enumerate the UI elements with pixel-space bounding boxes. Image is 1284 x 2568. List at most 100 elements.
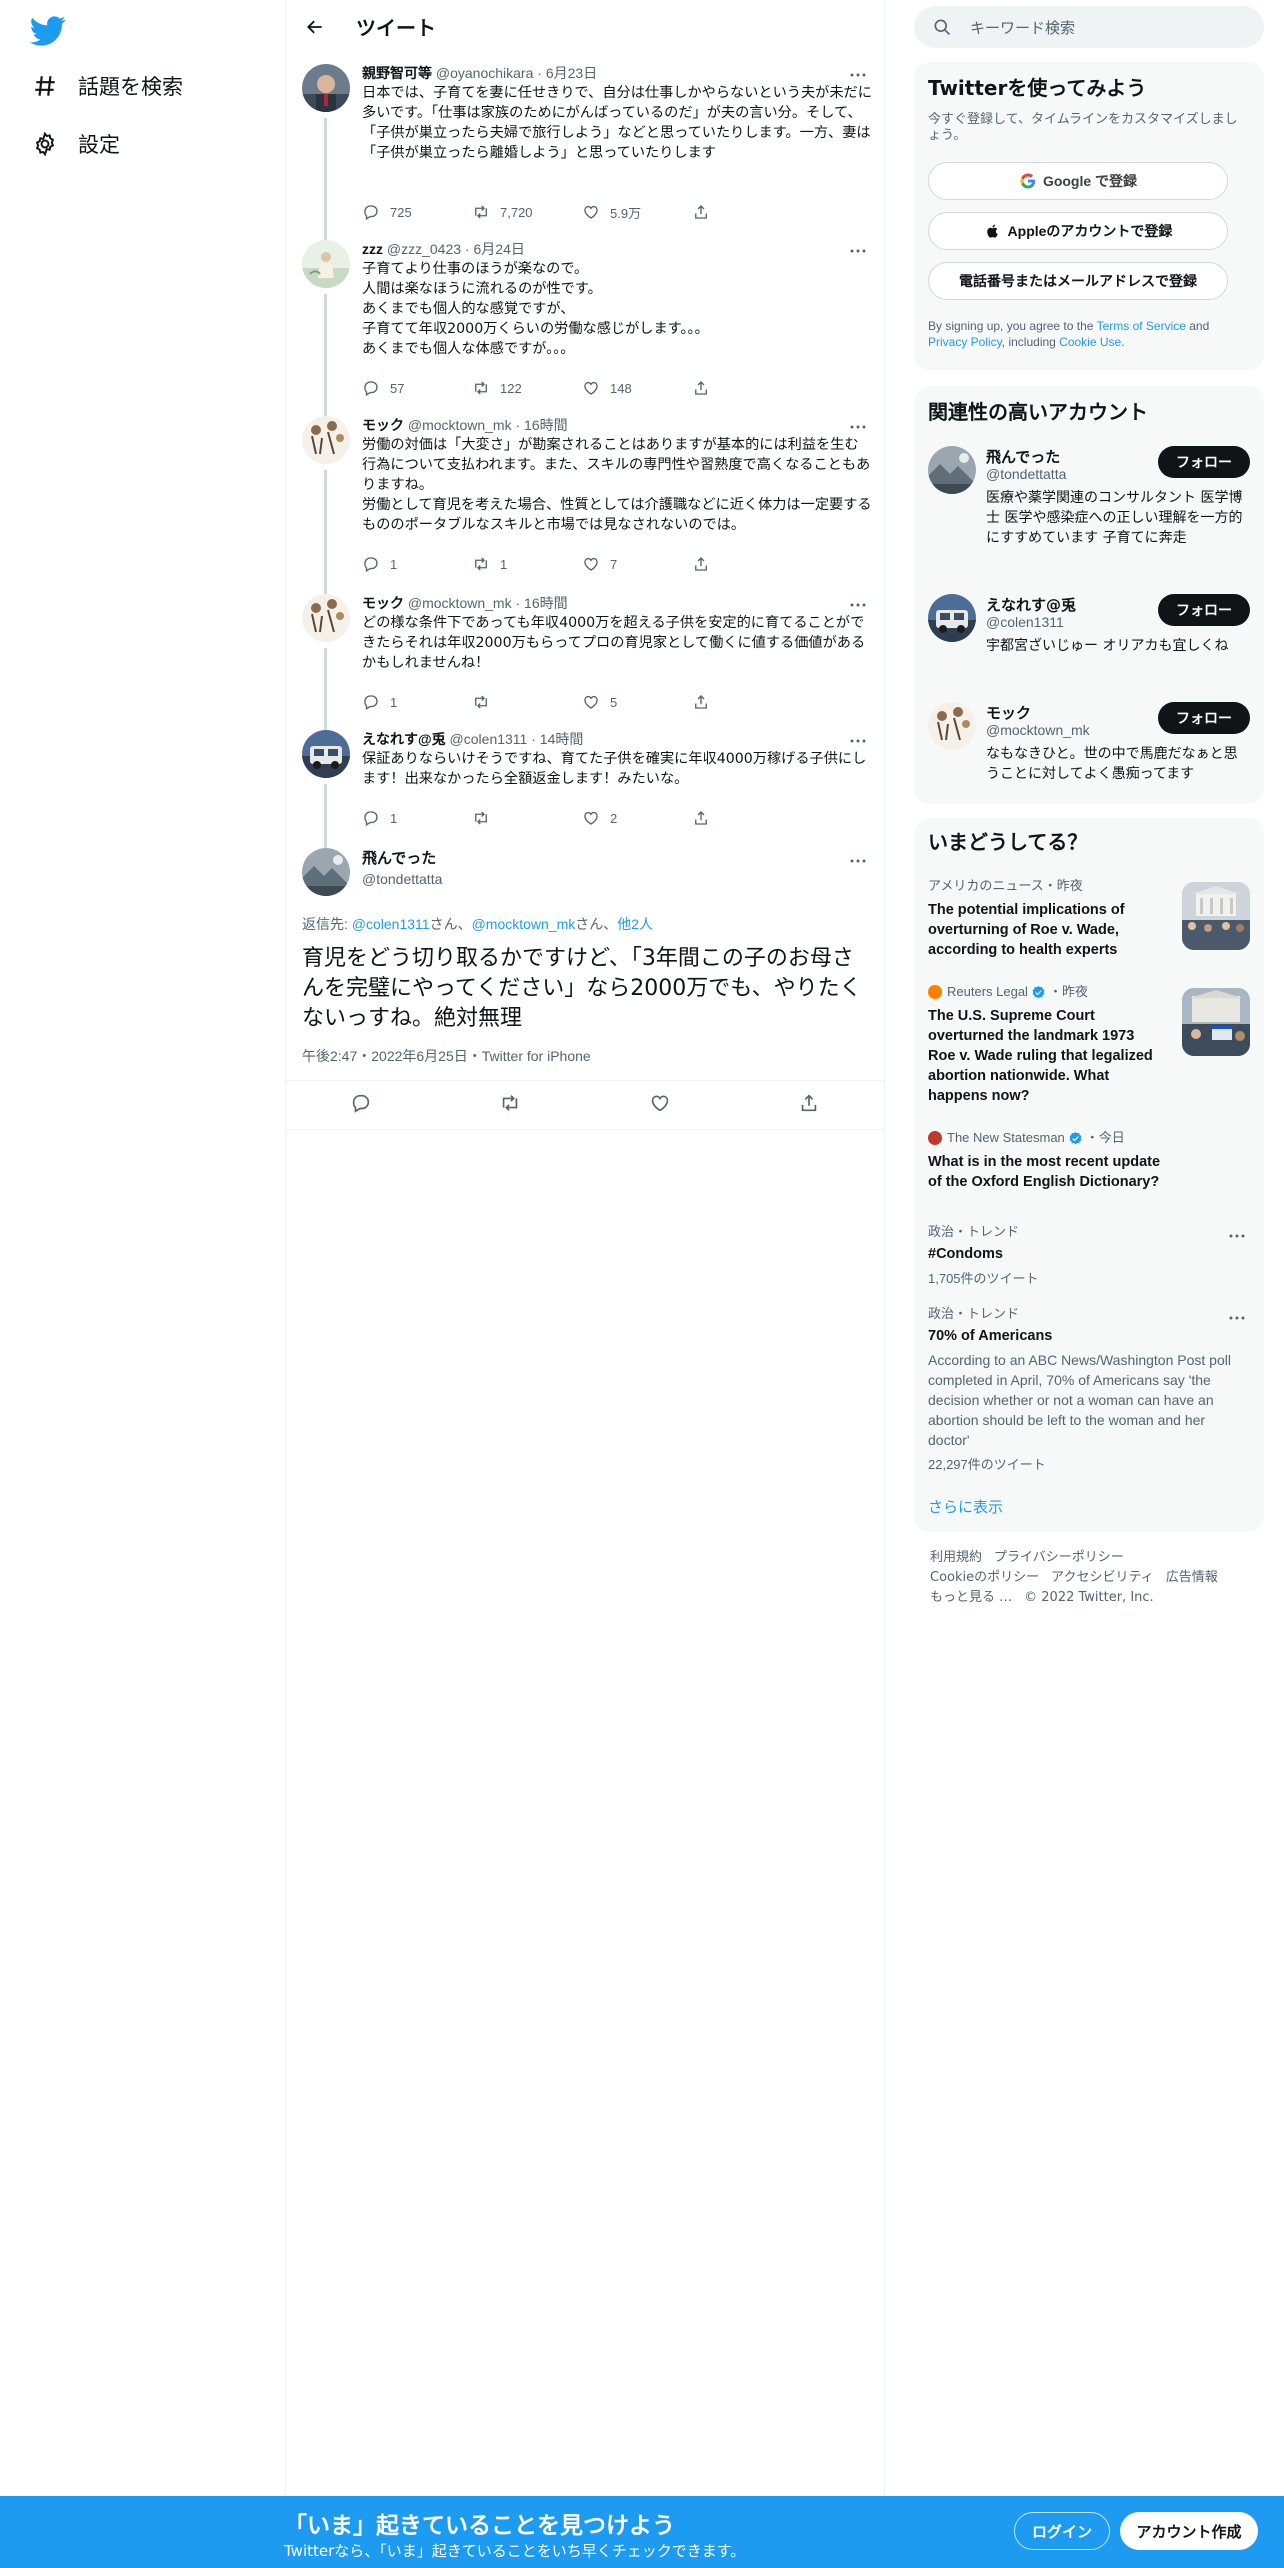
author-name[interactable]: 飛んでった xyxy=(362,850,436,867)
reply-icon[interactable] xyxy=(350,1092,372,1118)
related-account[interactable]: モック @mocktown_mk なもなきひと。世の中で馬鹿だなぁと思うことに対… xyxy=(928,702,1250,792)
footer-link[interactable]: アクセシビリティ xyxy=(1051,1570,1154,1585)
login-button[interactable]: ログイン xyxy=(1014,2512,1110,2550)
follow-button[interactable]: フォロー xyxy=(1158,594,1250,626)
footer-link[interactable]: Cookieのポリシー xyxy=(930,1570,1039,1585)
author-name[interactable]: モック xyxy=(362,595,404,611)
tweet[interactable]: モック @mocktown_mk · 16時間 どの様な条件下であっても年収40… xyxy=(286,586,884,726)
back-arrow-icon[interactable] xyxy=(298,10,332,44)
account-handle[interactable]: @colen1311 xyxy=(986,614,1064,630)
nav-settings[interactable]: 設定 xyxy=(30,122,120,166)
avatar[interactable] xyxy=(928,594,976,642)
avatar[interactable] xyxy=(302,64,350,112)
tweet[interactable]: zzz @zzz_0423 · 6月24日 子育てより仕事のほうが楽なので。 人… xyxy=(286,232,884,412)
tweet-time[interactable]: 6月23日 xyxy=(546,65,597,81)
more-icon[interactable] xyxy=(846,418,870,436)
like-button[interactable]: 148 xyxy=(582,376,692,400)
reply-button[interactable]: 57 xyxy=(362,376,472,400)
tweet[interactable]: モック @mocktown_mk · 16時間 労働の対価は「大変さ」が勘案され… xyxy=(286,408,884,590)
share-button[interactable] xyxy=(692,552,802,576)
retweet-button[interactable] xyxy=(472,690,582,714)
reply-user-link[interactable]: @mocktown_mk xyxy=(472,916,576,932)
privacy-policy-link[interactable]: Privacy Policy xyxy=(928,335,1002,349)
author-name[interactable]: えなれす@兎 xyxy=(362,731,446,747)
like-button[interactable]: 2 xyxy=(582,806,692,830)
like-button[interactable]: 5.9万 xyxy=(582,200,692,224)
reply-button[interactable]: 1 xyxy=(362,690,472,714)
cookie-use-link[interactable]: Cookie Use xyxy=(1059,335,1121,349)
trend-item[interactable]: The New Statesman ・今日 What is in the most… xyxy=(928,1130,1250,1200)
account-handle[interactable]: @tondettatta xyxy=(986,466,1066,482)
avatar[interactable] xyxy=(302,730,350,778)
author-handle[interactable]: @mocktown_mk xyxy=(408,417,512,433)
share-icon[interactable] xyxy=(798,1092,820,1118)
show-more-link[interactable]: さらに表示 xyxy=(928,1496,1003,1517)
more-icon[interactable] xyxy=(846,66,870,84)
more-icon[interactable] xyxy=(1228,1224,1250,1240)
tweet-time[interactable]: 6月24日 xyxy=(474,241,525,257)
avatar[interactable] xyxy=(302,848,350,896)
author-handle[interactable]: @oyanochikara xyxy=(436,65,534,81)
reply-others-link[interactable]: 他2人 xyxy=(617,916,653,932)
avatar[interactable] xyxy=(302,240,350,288)
trend-item[interactable]: Reuters Legal ・昨夜 The U.S. Supreme Court … xyxy=(928,984,1250,1104)
account-name[interactable]: えなれす@兎 xyxy=(986,594,1076,615)
retweet-button[interactable] xyxy=(472,806,582,830)
nav-explore[interactable]: 話題を検索 xyxy=(30,64,183,108)
like-button[interactable]: 5 xyxy=(582,690,692,714)
reply-user-link[interactable]: @colen1311 xyxy=(352,916,430,932)
footer-link[interactable]: プライバシーポリシー xyxy=(994,1550,1124,1565)
more-icon[interactable] xyxy=(846,732,870,750)
author-handle[interactable]: @colen1311 xyxy=(450,731,528,747)
author-handle[interactable]: @mocktown_mk xyxy=(408,595,512,611)
retweet-button[interactable]: 122 xyxy=(472,376,582,400)
account-handle[interactable]: @mocktown_mk xyxy=(986,722,1090,738)
trend-item[interactable]: 政治・トレンド #Condoms 1,705件のツイート xyxy=(928,1224,1250,1294)
author-name[interactable]: 親野智可等 xyxy=(362,65,432,81)
related-account[interactable]: えなれす@兎 @colen1311 宇都宮ざいじゅー オリアカも宜しくね フォロ… xyxy=(928,594,1250,684)
trend-item[interactable]: 政治・トレンド 70% of Americans According to an… xyxy=(928,1306,1250,1472)
account-name[interactable]: モック xyxy=(986,702,1031,723)
search-input[interactable]: キーワード検索 xyxy=(970,17,1075,38)
tweet[interactable]: 親野智可等 @oyanochikara · 6月23日 日本では、子育てを妻に任… xyxy=(286,60,884,236)
footer-link[interactable]: 広告情報 xyxy=(1166,1570,1218,1585)
tweet-timestamp[interactable]: 午後2:47・2022年6月25日・Twitter for iPhone xyxy=(302,1046,591,1066)
search-box[interactable]: キーワード検索 xyxy=(914,6,1264,48)
footer-link[interactable]: 利用規約 xyxy=(930,1550,982,1565)
share-button[interactable] xyxy=(692,200,802,224)
heart-icon[interactable] xyxy=(649,1092,671,1118)
tweet-time[interactable]: 14時間 xyxy=(540,731,584,747)
author-handle[interactable]: @tondettatta xyxy=(362,871,442,887)
signup-button[interactable]: アカウント作成 xyxy=(1120,2512,1258,2550)
related-account[interactable]: 飛んでった @tondettatta 医療や薬学関連のコンサルタント 医学博士 … xyxy=(928,446,1250,576)
footer-more-link[interactable]: もっと見る … xyxy=(930,1590,1012,1605)
twitter-logo-icon[interactable] xyxy=(29,12,66,48)
tweet-time[interactable]: 16時間 xyxy=(524,595,568,611)
reply-button[interactable]: 725 xyxy=(362,200,472,224)
share-button[interactable] xyxy=(692,806,802,830)
avatar[interactable] xyxy=(928,702,976,750)
apple-signup-button[interactable]: Appleのアカウントで登録 xyxy=(928,212,1228,250)
more-icon[interactable] xyxy=(846,596,870,614)
avatar[interactable] xyxy=(302,416,350,464)
follow-button[interactable]: フォロー xyxy=(1158,702,1250,734)
tweet[interactable]: えなれす@兎 @colen1311 · 14時間 保証ありならいけそうですね、育… xyxy=(286,722,884,844)
retweet-button[interactable]: 7,720 xyxy=(472,200,582,224)
follow-button[interactable]: フォロー xyxy=(1158,446,1250,478)
author-handle[interactable]: @zzz_0423 xyxy=(387,241,461,257)
retweet-icon[interactable] xyxy=(499,1092,521,1118)
author-name[interactable]: モック xyxy=(362,417,404,433)
retweet-button[interactable]: 1 xyxy=(472,552,582,576)
author-name[interactable]: zzz xyxy=(362,241,383,257)
more-icon[interactable] xyxy=(1228,1306,1250,1322)
account-name[interactable]: 飛んでった xyxy=(986,446,1060,467)
trend-item[interactable]: アメリカのニュース・昨夜 The potential implications … xyxy=(928,878,1250,968)
reply-button[interactable]: 1 xyxy=(362,552,472,576)
more-icon[interactable] xyxy=(846,852,870,870)
reply-button[interactable]: 1 xyxy=(362,806,472,830)
google-signup-button[interactable]: Google で登録 xyxy=(928,162,1228,200)
terms-of-service-link[interactable]: Terms of Service xyxy=(1097,319,1186,333)
more-icon[interactable] xyxy=(846,242,870,260)
avatar[interactable] xyxy=(928,446,976,494)
phone-email-signup-button[interactable]: 電話番号またはメールアドレスで登録 xyxy=(928,262,1228,300)
